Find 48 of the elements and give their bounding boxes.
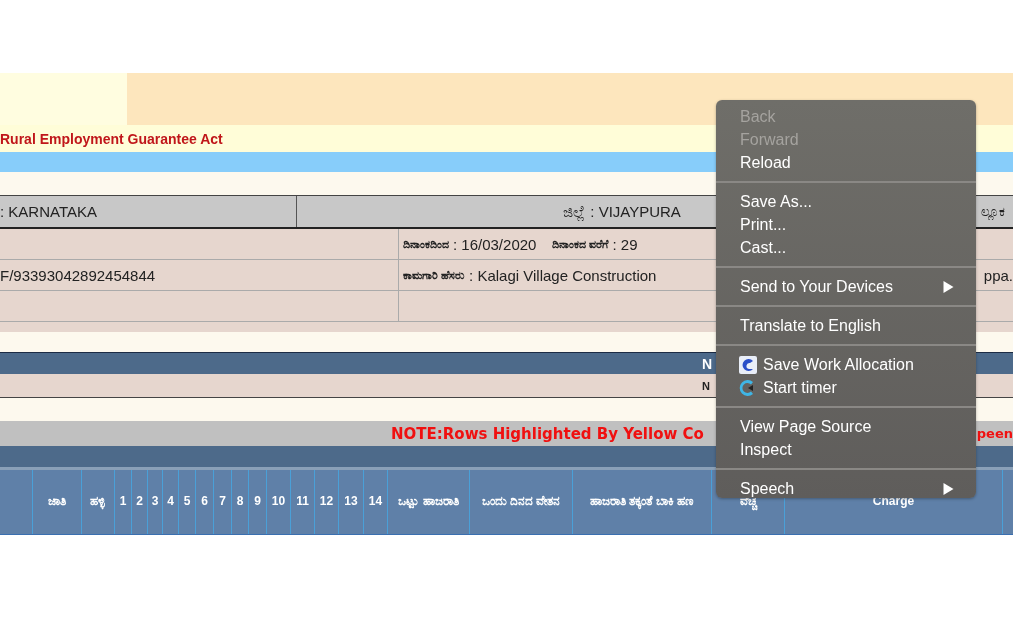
column-header: ಜಾತಿ — [33, 470, 82, 534]
column-header: ಹಾಜರಾತಿ ತಕ್ಕಂತೆ ಬಾಕಿ ಹಣ — [573, 470, 712, 534]
column-header: 7 — [214, 470, 232, 534]
field-value: : 29 — [612, 235, 638, 253]
submenu-arrow-icon — [943, 280, 954, 293]
column-header: 3 — [148, 470, 163, 534]
field-value: : 16/03/2020 — [453, 235, 537, 253]
column-header: 10 — [267, 470, 291, 534]
table-cell: ಜಿಲ್ಲೆ : VIJAYPURA — [563, 202, 681, 221]
column-header: ಹಳ್ಳಿ — [82, 470, 115, 534]
column-header: 6 — [196, 470, 214, 534]
menu-item[interactable]: Reload — [716, 151, 976, 174]
menu-item[interactable]: Save Work Allocation — [716, 353, 976, 376]
submenu-arrow-icon — [943, 482, 954, 495]
column-header: 2 — [132, 470, 148, 534]
act-title: Rural Employment Guarantee Act — [0, 130, 223, 147]
menu-item[interactable]: Save As... — [716, 190, 976, 213]
column-header: 14 — [364, 470, 388, 534]
field-label: ಕಾಮಗಾರಿ ಹೆಸರು — [403, 268, 466, 282]
column-header: 5 — [179, 470, 196, 534]
column-header: 8 — [232, 470, 249, 534]
field-label: ದಿನಾಂಕದ ವರೆಗೆ — [552, 237, 609, 251]
menu-item[interactable]: Send to Your Devices — [716, 275, 976, 298]
menu-item[interactable]: Translate to English — [716, 314, 976, 337]
column-header: 12 — [315, 470, 339, 534]
column-header: 1 — [115, 470, 132, 534]
table-cell: : KARNATAKA — [0, 203, 97, 220]
menu-item[interactable]: View Page Source — [716, 415, 976, 438]
column-header: 4 — [163, 470, 179, 534]
column-header: ಒಟ್ಟು ಹಾಜರಾತಿ — [388, 470, 470, 534]
note-text: peen — [976, 426, 1013, 441]
column-header: ಒಂದು ದಿನದ ವೇತನ — [470, 470, 573, 534]
menu-item[interactable]: Cast... — [716, 236, 976, 259]
table-cell: ಲ್ಲೂಕ — [981, 203, 1005, 220]
menu-item[interactable]: Inspect — [716, 438, 976, 461]
menu-item[interactable]: Print... — [716, 213, 976, 236]
swirl-logo-icon — [739, 355, 757, 374]
section-title: N — [702, 355, 713, 372]
field-value: : Kalagi Village Construction — [469, 266, 657, 284]
note-text: NOTE:Rows Highlighted By Yellow Co — [391, 424, 704, 443]
field-value: ppa. — [983, 266, 1013, 284]
field-label: ದಿನಾಂಕದಿಂದ — [403, 237, 449, 251]
column-header: 13 — [339, 470, 364, 534]
column-header: 11 — [291, 470, 315, 534]
column-header: 9 — [249, 470, 267, 534]
menu-item[interactable]: Start timer — [716, 376, 976, 399]
section-subtitle: N — [702, 379, 710, 392]
table-cell: F/93393042892454844 — [0, 260, 399, 290]
